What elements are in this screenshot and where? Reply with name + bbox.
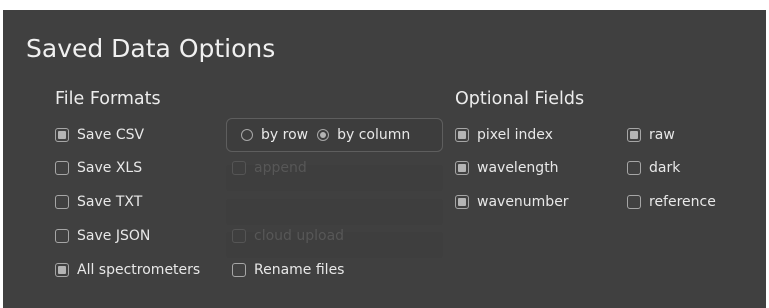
save-csv-checkbox[interactable]: Save CSV (55, 125, 144, 145)
by-column-label: by column (337, 127, 411, 143)
checkbox-icon (627, 161, 641, 175)
wavenumber-checkbox[interactable]: wavenumber (455, 192, 569, 212)
checkbox-icon (232, 229, 246, 243)
dark-label: dark (649, 160, 681, 176)
checkbox-icon (627, 195, 641, 209)
save-txt-label: Save TXT (77, 194, 143, 210)
save-json-label: Save JSON (77, 228, 151, 244)
pixel-index-label: pixel index (477, 127, 553, 143)
radio-icon (241, 129, 253, 141)
txt-field-background (226, 199, 443, 225)
raw-label: raw (649, 127, 675, 143)
rename-files-checkbox[interactable]: Rename files (232, 260, 344, 280)
append-label: append (254, 160, 307, 176)
checkbox-icon (55, 128, 69, 142)
checkbox-icon (55, 195, 69, 209)
all-spectrometers-checkbox[interactable]: All spectrometers (55, 260, 200, 280)
reference-checkbox[interactable]: reference (627, 192, 716, 212)
cloud-upload-label: cloud upload (254, 228, 345, 244)
dark-checkbox[interactable]: dark (627, 158, 680, 178)
optional-fields-heading: Optional Fields (455, 89, 585, 109)
reference-label: reference (649, 194, 716, 210)
save-csv-label: Save CSV (77, 127, 145, 143)
by-column-radio[interactable]: by column (317, 127, 410, 143)
checkbox-icon (455, 128, 469, 142)
radio-icon (317, 129, 330, 141)
raw-checkbox[interactable]: raw (627, 125, 675, 145)
by-row-radio[interactable]: by row (241, 127, 308, 143)
checkbox-icon (232, 161, 246, 175)
append-checkbox[interactable]: append (232, 158, 307, 178)
checkbox-icon (55, 263, 69, 277)
checkbox-icon (232, 263, 246, 277)
save-xls-checkbox[interactable]: Save XLS (55, 158, 142, 178)
page-title: Saved Data Options (26, 34, 276, 63)
checkbox-icon (55, 161, 69, 175)
wavelength-checkbox[interactable]: wavelength (455, 158, 559, 178)
all-spectrometers-label: All spectrometers (77, 262, 201, 278)
pixel-index-checkbox[interactable]: pixel index (455, 125, 553, 145)
save-xls-label: Save XLS (77, 160, 143, 176)
csv-layout-radio-group: by row by column (226, 118, 443, 152)
by-row-label: by row (261, 127, 309, 143)
cloud-upload-checkbox[interactable]: cloud upload (232, 226, 344, 246)
save-json-checkbox[interactable]: Save JSON (55, 226, 150, 246)
checkbox-icon (55, 229, 69, 243)
wavenumber-label: wavenumber (477, 194, 569, 210)
checkbox-icon (455, 161, 469, 175)
checkbox-icon (627, 128, 641, 142)
wavelength-label: wavelength (477, 160, 559, 176)
file-formats-heading: File Formats (55, 89, 161, 109)
save-txt-checkbox[interactable]: Save TXT (55, 192, 142, 212)
rename-files-label: Rename files (254, 262, 345, 278)
checkbox-icon (455, 195, 469, 209)
